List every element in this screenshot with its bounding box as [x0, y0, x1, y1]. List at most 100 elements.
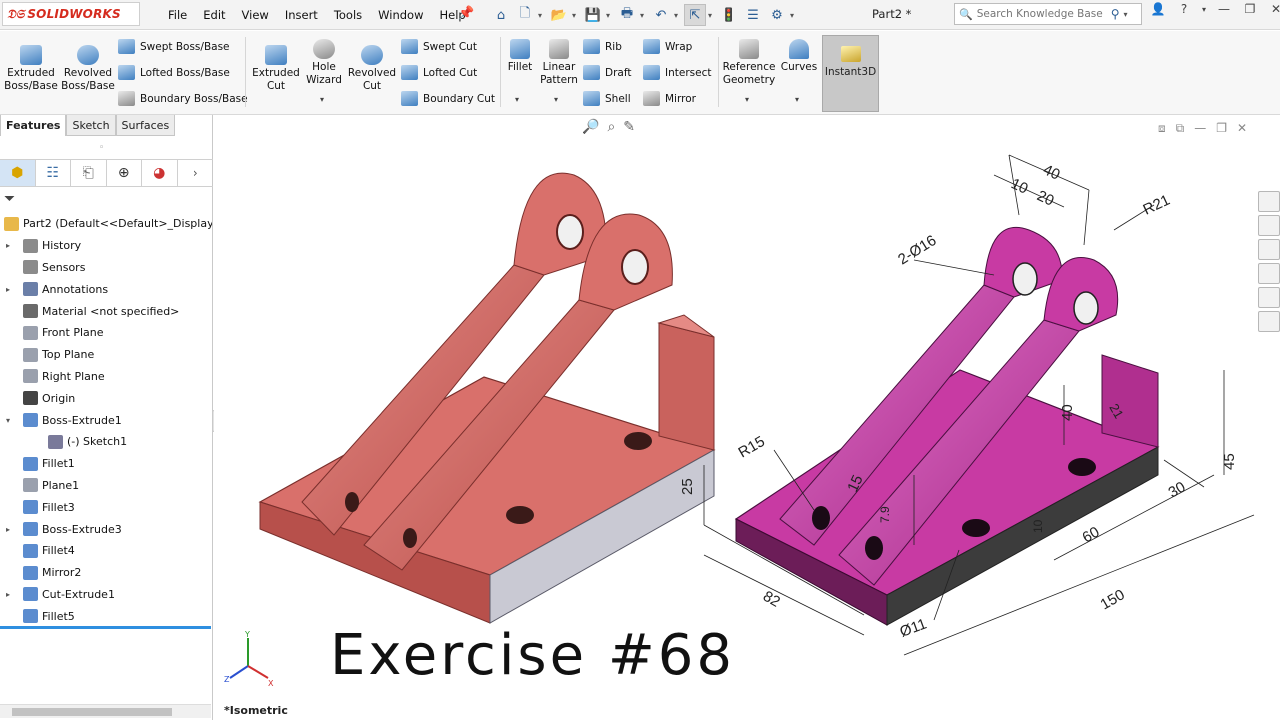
solidworks-logo[interactable]: 𝔇𝔖 SOLIDWORKS — [2, 2, 140, 26]
taskpane-view-palette-icon[interactable] — [1258, 263, 1280, 284]
select-dropdown-icon[interactable]: ▾ — [708, 11, 716, 20]
revolved-cut-button[interactable]: Revolved Cut — [348, 45, 396, 93]
configuration-manager-icon[interactable]: ⎗ — [71, 160, 107, 186]
extruded-boss-button[interactable]: Extruded Boss/Base — [4, 45, 58, 93]
tree-item[interactable]: ▾ Boss-Extrude1 — [0, 409, 212, 431]
rebuild-traffic-light-icon[interactable]: 🚦 — [718, 4, 740, 26]
tree-item[interactable]: ▸ History — [0, 235, 212, 257]
tree-item[interactable]: Right Plane — [0, 366, 212, 388]
taskpane-appearances-icon[interactable] — [1258, 287, 1280, 308]
wrap-button[interactable]: Wrap — [643, 39, 692, 54]
menu-window[interactable]: Window — [370, 8, 431, 22]
expand-arrow-icon[interactable]: ▸ — [6, 590, 10, 599]
taskpane-custom-properties-icon[interactable] — [1258, 311, 1280, 332]
tab-sketch[interactable]: Sketch — [66, 115, 116, 136]
filter-icon[interactable]: ⏷ — [4, 191, 15, 207]
new-document-icon[interactable]: 🗋 — [514, 4, 536, 26]
taskpane-home-icon[interactable] — [1258, 191, 1280, 212]
tree-item[interactable]: Plane1 — [0, 475, 212, 497]
fillet-dropdown-icon[interactable]: ▾ — [515, 95, 519, 104]
tree-item[interactable]: Sensors — [0, 257, 212, 279]
open-folder-icon[interactable]: 📂 — [548, 4, 570, 26]
tree-item[interactable]: ▸ Boss-Extrude3 — [0, 518, 212, 540]
reference-geometry-dropdown-icon[interactable]: ▾ — [745, 95, 749, 104]
tree-item[interactable]: Fillet1 — [0, 453, 212, 475]
minimize-icon[interactable]: — — [1214, 2, 1234, 16]
tab-features[interactable]: Features — [0, 115, 67, 136]
save-icon[interactable]: 💾 — [582, 4, 604, 26]
draft-button[interactable]: Draft — [583, 65, 631, 80]
taskpane-resources-icon[interactable] — [1258, 215, 1280, 236]
hole-wizard-button[interactable]: Hole Wizard — [302, 39, 346, 87]
menu-file[interactable]: File — [160, 8, 195, 22]
rollback-bar[interactable] — [0, 626, 211, 629]
search-input[interactable] — [976, 8, 1107, 20]
panel-grip-icon[interactable]: ◦ — [99, 143, 104, 153]
tree-item[interactable]: Fillet3 — [0, 496, 212, 518]
mirror-button[interactable]: Mirror — [643, 91, 696, 106]
curves-dropdown-icon[interactable]: ▾ — [795, 95, 799, 104]
property-manager-icon[interactable]: ☷ — [36, 160, 71, 186]
linear-pattern-button[interactable]: Linear Pattern — [538, 39, 580, 87]
boundary-cut-button[interactable]: Boundary Cut — [401, 91, 495, 106]
display-manager-icon[interactable]: ◕ — [142, 160, 178, 186]
print-icon[interactable]: 🖶 — [616, 4, 638, 26]
tree-item[interactable]: Fillet4 — [0, 540, 212, 562]
tree-item[interactable]: Fillet5 — [0, 605, 212, 627]
restore-icon[interactable]: ❐ — [1240, 2, 1260, 16]
undo-icon[interactable]: ↶ — [650, 4, 672, 26]
tree-item[interactable]: (-) Sketch1 — [0, 431, 212, 453]
tree-item[interactable]: Material <not specified> — [0, 300, 212, 322]
extruded-cut-button[interactable]: Extruded Cut — [252, 45, 300, 93]
taskpane-file-explorer-icon[interactable] — [1258, 239, 1280, 260]
tree-item[interactable]: Front Plane — [0, 322, 212, 344]
curves-button[interactable]: Curves — [780, 39, 818, 74]
search-icon[interactable]: ⚲ — [1111, 7, 1120, 21]
expand-arrow-icon[interactable]: ▸ — [6, 241, 10, 250]
feature-manager-icon[interactable]: ⬢ — [0, 160, 36, 186]
scrollbar-thumb[interactable] — [12, 708, 172, 716]
tree-item[interactable]: Mirror2 — [0, 562, 212, 584]
options-gear-icon[interactable]: ⚙ — [766, 4, 788, 26]
reference-geometry-button[interactable]: Reference Geometry — [722, 39, 776, 87]
tree-item[interactable]: Top Plane — [0, 344, 212, 366]
options-dropdown-icon[interactable]: ▾ — [790, 11, 798, 20]
tree-item[interactable]: ▸ Cut-Extrude1 — [0, 584, 212, 606]
knowledge-base-search[interactable]: 🔍 ⚲ ▾ — [954, 3, 1142, 25]
help-dropdown-icon[interactable]: ▾ — [1200, 5, 1208, 14]
close-icon[interactable]: ✕ — [1266, 2, 1280, 16]
undo-dropdown-icon[interactable]: ▾ — [674, 11, 682, 20]
open-dropdown-icon[interactable]: ▾ — [572, 11, 580, 20]
shell-button[interactable]: Shell — [583, 91, 631, 106]
linear-pattern-dropdown-icon[interactable]: ▾ — [554, 95, 558, 104]
horizontal-scrollbar[interactable] — [0, 704, 211, 718]
graphics-area[interactable]: 🔎 ⌕ ✎ ⧈ ⧉ — ❐ ✕ 40 10 20 R21 2-Ø16 R15 1… — [214, 115, 1280, 720]
menu-insert[interactable]: Insert — [277, 8, 326, 22]
tree-item[interactable]: Origin — [0, 387, 212, 409]
user-account-icon[interactable]: 👤 — [1148, 2, 1168, 16]
print-dropdown-icon[interactable]: ▾ — [640, 11, 648, 20]
home-icon[interactable]: ⌂ — [490, 4, 512, 26]
lofted-boss-button[interactable]: Lofted Boss/Base — [118, 65, 230, 80]
menu-edit[interactable]: Edit — [195, 8, 233, 22]
tab-surfaces[interactable]: Surfaces — [115, 115, 176, 136]
rib-button[interactable]: Rib — [583, 39, 622, 54]
lofted-cut-button[interactable]: Lofted Cut — [401, 65, 477, 80]
swept-cut-button[interactable]: Swept Cut — [401, 39, 477, 54]
pin-menu-icon[interactable]: 📌 — [458, 6, 474, 21]
help-icon[interactable]: ? — [1174, 2, 1194, 16]
new-dropdown-icon[interactable]: ▾ — [538, 11, 546, 20]
manager-scroll-right-icon[interactable]: › — [178, 160, 213, 186]
collapse-arrow-icon[interactable]: ▾ — [6, 416, 10, 425]
revolved-boss-button[interactable]: Revolved Boss/Base — [61, 45, 115, 93]
dimxpert-manager-icon[interactable]: ⊕ — [107, 160, 142, 186]
boundary-boss-button[interactable]: Boundary Boss/Base — [118, 91, 248, 106]
save-dropdown-icon[interactable]: ▾ — [606, 11, 614, 20]
fillet-button[interactable]: Fillet — [504, 39, 536, 74]
tree-item[interactable]: Part2 (Default<<Default>_Display Stat — [0, 213, 212, 235]
hole-wizard-dropdown-icon[interactable]: ▾ — [320, 95, 324, 104]
select-cursor-icon[interactable]: ⇱ — [684, 4, 706, 26]
menu-tools[interactable]: Tools — [326, 8, 370, 22]
tree-item[interactable]: ▸ Annotations — [0, 278, 212, 300]
search-dropdown-icon[interactable]: ▾ — [1124, 10, 1128, 19]
